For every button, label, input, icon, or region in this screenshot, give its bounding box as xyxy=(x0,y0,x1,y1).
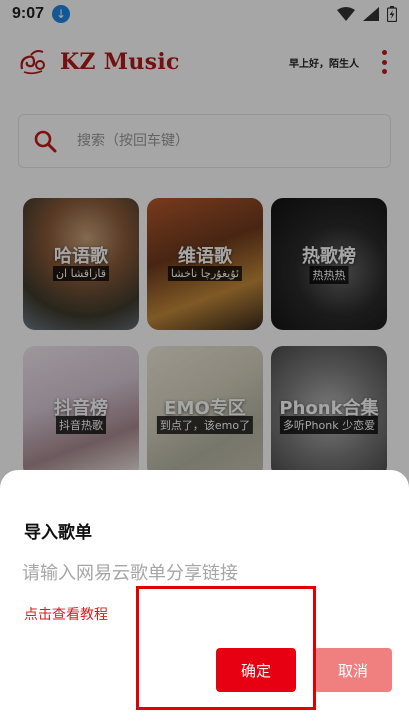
confirm-button[interactable]: 确定 xyxy=(216,648,296,692)
dialog-title: 导入歌单 xyxy=(24,523,92,543)
cancel-button[interactable]: 取消 xyxy=(314,648,392,692)
tutorial-link[interactable]: 点击查看教程 xyxy=(24,604,108,624)
import-playlist-dialog: 导入歌单 点击查看教程 确定 取消 xyxy=(0,470,409,727)
playlist-link-input[interactable] xyxy=(22,558,382,588)
